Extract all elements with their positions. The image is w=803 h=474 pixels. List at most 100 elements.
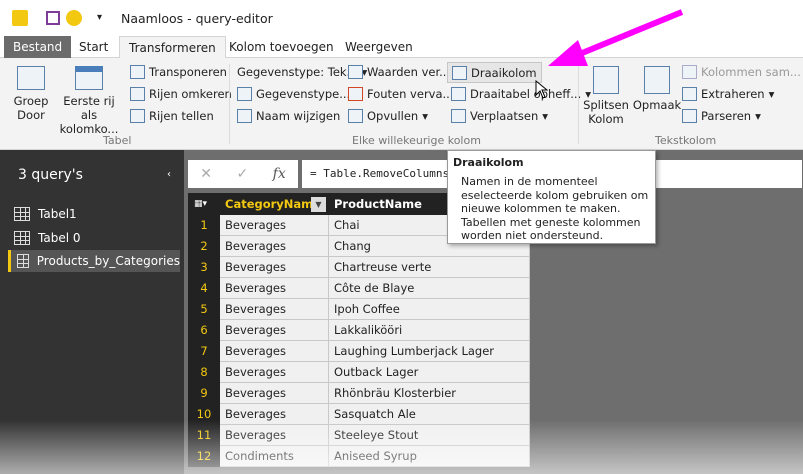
- cell-categoryname[interactable]: Beverages: [219, 340, 329, 362]
- customize-toolbar-icon[interactable]: ▾: [97, 12, 102, 23]
- collapse-pane-icon[interactable]: ‹: [167, 169, 171, 180]
- cell-productname[interactable]: Outback Lager: [328, 361, 530, 383]
- row-number: 11: [188, 424, 220, 446]
- kolommen-samenvoegen-button[interactable]: Kolommen sam...: [682, 65, 801, 79]
- pivot-column-icon: [452, 65, 467, 80]
- tab-bestand[interactable]: Bestand: [4, 36, 72, 58]
- column-header-categoryname[interactable]: CategoryName ▼: [219, 193, 329, 215]
- cell-categoryname[interactable]: Beverages: [219, 235, 329, 257]
- smiley-icon[interactable]: [66, 10, 82, 26]
- opvullen-button[interactable]: Opvullen ▾: [348, 109, 428, 123]
- table-row: 11 Beverages Steeleye Stout: [188, 424, 530, 446]
- queries-pane: 3 query's ‹ Tabel1 Tabel 0 Products_by_C…: [0, 150, 184, 474]
- rijen-tellen-button[interactable]: Rijen tellen: [130, 109, 214, 123]
- cell-categoryname[interactable]: Beverages: [219, 256, 329, 278]
- query-item-tabel1[interactable]: Tabel1: [8, 203, 180, 225]
- row-number: 8: [188, 361, 220, 383]
- cancel-icon[interactable]: ✕: [200, 166, 212, 182]
- cell-categoryname[interactable]: Condiments: [219, 445, 329, 467]
- table-menu-icon[interactable]: ▦▾: [188, 193, 220, 215]
- cell-productname[interactable]: Laughing Lumberjack Lager: [328, 340, 530, 362]
- table-row: 7 Beverages Laughing Lumberjack Lager: [188, 340, 530, 362]
- parse-icon: [682, 109, 697, 123]
- naam-wijzigen-button[interactable]: Naam wijzigen: [237, 109, 340, 123]
- draaikolom-button[interactable]: Draaikolom: [447, 62, 542, 83]
- move-icon: [451, 109, 466, 123]
- table-row: 5 Beverages Ipoh Coffee: [188, 298, 530, 320]
- extraheren-button[interactable]: Extraheren ▾: [682, 87, 774, 101]
- divider: [229, 64, 230, 144]
- fill-down-icon: [348, 109, 363, 123]
- cell-productname[interactable]: Aniseed Syrup: [328, 445, 530, 467]
- table-icon: [14, 231, 30, 245]
- tab-transformeren[interactable]: Transformeren: [119, 36, 226, 59]
- count-rows-icon: [130, 109, 145, 123]
- cell-productname[interactable]: Lakkalikööri: [328, 319, 530, 341]
- queries-title: 3 query's: [18, 167, 83, 183]
- row-number: 6: [188, 319, 220, 341]
- cell-categoryname[interactable]: Beverages: [219, 403, 329, 425]
- transpose-icon: [130, 65, 145, 79]
- group-by-icon: [17, 66, 45, 90]
- table-row: 6 Beverages Lakkalikööri: [188, 319, 530, 341]
- row-number: 2: [188, 235, 220, 257]
- tab-weergeven[interactable]: Weergeven: [336, 36, 422, 58]
- cell-categoryname[interactable]: Beverages: [219, 277, 329, 299]
- table-row: 8 Beverages Outback Lager: [188, 361, 530, 383]
- draaitabel-opheffen-button[interactable]: Draaitabel opheff... ▾: [451, 87, 591, 101]
- tooltip: Draaikolom Namen in de momenteel eselect…: [447, 150, 656, 244]
- cell-productname[interactable]: Ipoh Coffee: [328, 298, 530, 320]
- verplaatsen-button[interactable]: Verplaatsen ▾: [451, 109, 548, 123]
- annotation-arrow: [548, 9, 684, 66]
- save-icon[interactable]: [46, 11, 60, 25]
- cell-categoryname[interactable]: Beverages: [219, 298, 329, 320]
- extract-icon: [682, 87, 697, 101]
- confirm-icon[interactable]: ✓: [236, 166, 248, 182]
- fx-icon[interactable]: fx: [273, 166, 286, 182]
- gegevenstype-detect-button[interactable]: Gegevenstype...: [237, 87, 350, 101]
- fouten-vervangen-button[interactable]: Fouten verva...: [348, 87, 454, 101]
- splitsen-kolom-button[interactable]: Splitsen Kolom: [583, 66, 629, 126]
- detect-type-icon: [237, 87, 252, 101]
- filter-dropdown-icon[interactable]: ▼: [311, 197, 326, 212]
- header-row-icon: [75, 66, 103, 90]
- tab-kolom-toevoegen[interactable]: Kolom toevoegen: [220, 36, 343, 58]
- replace-errors-icon: [348, 87, 363, 101]
- row-number: 1: [188, 214, 220, 236]
- table-row: 3 Beverages Chartreuse verte: [188, 256, 530, 278]
- parseren-button[interactable]: Parseren ▾: [682, 109, 761, 123]
- query-item-tabel0[interactable]: Tabel 0: [8, 227, 180, 249]
- cell-productname[interactable]: Chartreuse verte: [328, 256, 530, 278]
- table-icon: [17, 254, 29, 268]
- tab-start[interactable]: Start: [70, 36, 117, 58]
- cell-categoryname[interactable]: Beverages: [219, 424, 329, 446]
- cell-categoryname[interactable]: Beverages: [219, 361, 329, 383]
- row-number: 7: [188, 340, 220, 362]
- powerbi-logo-icon: [12, 10, 28, 26]
- unpivot-icon: [451, 87, 466, 101]
- group-label-tabel: Tabel: [103, 134, 132, 147]
- cell-productname[interactable]: Steeleye Stout: [328, 424, 530, 446]
- table-row: 9 Beverages Rhönbräu Klosterbier: [188, 382, 530, 404]
- row-number: 9: [188, 382, 220, 404]
- eerste-rij-button[interactable]: Eerste rij als kolomko...: [56, 66, 122, 136]
- tooltip-body: Namen in de momenteel eselecteerde kolom…: [461, 175, 649, 242]
- query-item-products-by-categories[interactable]: Products_by_Categories: [8, 250, 180, 272]
- cell-categoryname[interactable]: Beverages: [219, 214, 329, 236]
- rename-icon: [237, 109, 252, 123]
- groep-door-button[interactable]: Groep Door: [10, 66, 52, 122]
- cell-categoryname[interactable]: Beverages: [219, 382, 329, 404]
- transponeren-button[interactable]: Transponeren: [130, 65, 227, 79]
- row-number: 12: [188, 445, 220, 467]
- table-row: 4 Beverages Côte de Blaye: [188, 277, 530, 299]
- group-label-tekstkolom: Tekstkolom: [655, 134, 717, 147]
- divider: [578, 64, 579, 144]
- waarden-vervangen-button[interactable]: Waarden ver...: [348, 65, 450, 79]
- rijen-omkeren-button[interactable]: Rijen omkeren: [130, 87, 232, 101]
- tooltip-title: Draaikolom: [453, 156, 524, 169]
- row-number: 3: [188, 256, 220, 278]
- cell-productname[interactable]: Rhönbräu Klosterbier: [328, 382, 530, 404]
- cell-productname[interactable]: Sasquatch Ale: [328, 403, 530, 425]
- cell-categoryname[interactable]: Beverages: [219, 319, 329, 341]
- cell-productname[interactable]: Côte de Blaye: [328, 277, 530, 299]
